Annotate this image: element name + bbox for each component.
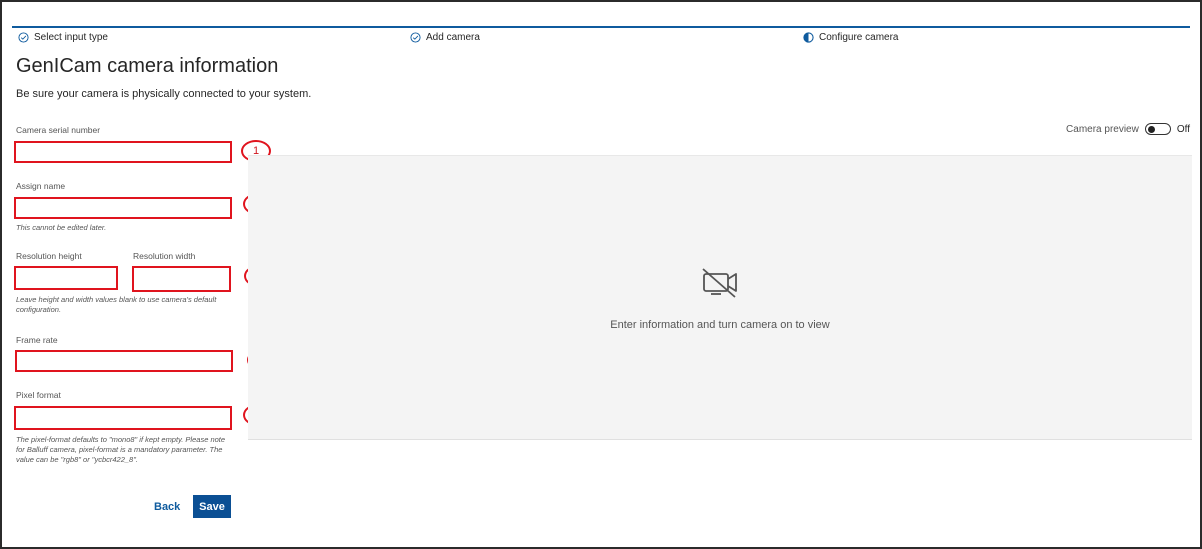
resolution-width-input[interactable] (132, 266, 231, 292)
step-select-input-type[interactable]: Select input type (18, 32, 108, 43)
serial-number-label: Camera serial number (16, 125, 101, 135)
camera-preview-control: Camera preview Off (1066, 123, 1190, 135)
resolution-height-input[interactable] (14, 266, 118, 290)
check-circle-icon (410, 32, 421, 43)
serial-number-input[interactable] (14, 141, 232, 163)
pixel-format-label: Pixel format (16, 390, 61, 400)
camera-preview-label: Camera preview (1066, 123, 1139, 135)
resolution-width-label: Resolution width (133, 251, 196, 261)
assign-name-input[interactable] (14, 197, 232, 219)
camera-preview-state: Off (1176, 123, 1190, 135)
half-circle-icon (803, 32, 814, 43)
resolution-hint: Leave height and width values blank to u… (16, 295, 217, 314)
step-label: Configure camera (819, 32, 899, 43)
camera-off-icon (702, 268, 737, 298)
page-title: GenICam camera information (16, 55, 279, 77)
assign-name-label: Assign name (16, 181, 66, 191)
pixel-format-input[interactable] (14, 406, 232, 430)
pixel-format-hint: The pixel-format defaults to "mono8" if … (16, 435, 226, 464)
stepper-line (12, 26, 1190, 28)
check-circle-icon (18, 32, 29, 43)
camera-preview-area: Enter information and turn camera on to … (248, 155, 1192, 440)
page-subtitle: Be sure your camera is physically connec… (16, 88, 312, 100)
step-label: Select input type (34, 32, 108, 43)
camera-preview-toggle[interactable] (1144, 123, 1171, 135)
save-button[interactable]: Save (193, 495, 231, 518)
frame-rate-input[interactable] (15, 350, 233, 372)
preview-message: Enter information and turn camera on to … (610, 319, 830, 331)
frame-rate-label: Frame rate (16, 335, 58, 345)
step-add-camera[interactable]: Add camera (410, 32, 480, 43)
window-frame: Select input type Add camera Configure c… (0, 0, 1202, 549)
step-label: Add camera (426, 32, 480, 43)
step-configure-camera[interactable]: Configure camera (803, 32, 898, 43)
assign-name-hint: This cannot be edited later. (16, 223, 107, 232)
resolution-height-label: Resolution height (16, 251, 82, 261)
back-button[interactable]: Back (148, 496, 186, 518)
